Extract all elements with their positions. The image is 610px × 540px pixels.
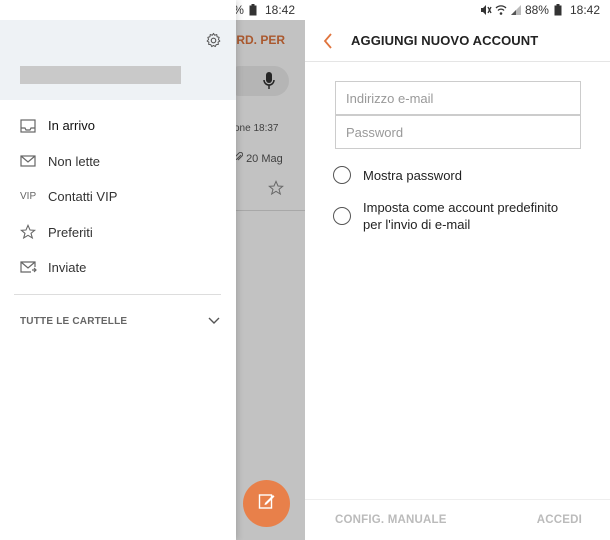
show-password-option[interactable]: Mostra password [333, 166, 462, 184]
email-field[interactable] [335, 81, 581, 115]
menu-item-label: Non lette [48, 153, 101, 169]
menu-item-label: Preferiti [48, 224, 93, 240]
default-account-label-line2: per l'invio di e-mail [363, 217, 471, 232]
star-icon [20, 224, 48, 240]
gear-icon[interactable] [205, 32, 222, 54]
password-field[interactable] [335, 115, 581, 149]
account-email-redacted [20, 66, 181, 84]
mute-icon [480, 4, 492, 16]
sent-icon [20, 261, 48, 274]
battery-icon [552, 4, 564, 16]
battery-icon [247, 4, 259, 16]
left-screen: ORD. PER one 18:37 20 Mag 88% [0, 0, 305, 540]
sign-in-button[interactable]: ACCEDI [537, 514, 582, 526]
app-bar: AGGIUNGI NUOVO ACCOUNT [305, 20, 610, 62]
drawer-header [0, 20, 236, 100]
default-account-option[interactable]: Imposta come account predefinito per l'i… [333, 199, 558, 233]
manual-config-button[interactable]: CONFIG. MANUALE [335, 514, 447, 526]
right-screen: 88% 18:42 AGGIUNGI NUOVO ACCOUNT Mostra … [305, 0, 610, 540]
default-account-label-line1: Imposta come account predefinito [363, 200, 559, 215]
back-arrow-icon[interactable] [305, 32, 351, 49]
divider [14, 294, 221, 295]
envelope-icon [20, 155, 48, 167]
status-bar: 88% 18:42 [305, 0, 610, 20]
menu-item-unread[interactable]: Non lette [0, 144, 236, 180]
bottom-action-bar: CONFIG. MANUALE ACCEDI [305, 499, 610, 540]
show-password-label: Mostra password [363, 168, 462, 183]
menu-item-sent[interactable]: Inviate [0, 250, 236, 286]
clock: 18:42 [264, 3, 295, 17]
menu-item-label: In arrivo [48, 118, 95, 134]
default-account-radio[interactable] [333, 207, 351, 225]
signal-icon [510, 4, 522, 16]
chevron-down-icon [208, 312, 220, 330]
menu-item-label: Inviate [48, 260, 87, 276]
inbox-icon [20, 119, 48, 133]
menu-item-vip[interactable]: VIP Contatti VIP [0, 179, 236, 215]
default-account-label: Imposta come account predefinito per l'i… [363, 199, 558, 233]
compose-button[interactable] [243, 480, 290, 527]
page-title: AGGIUNGI NUOVO ACCOUNT [351, 33, 539, 48]
all-folders-label: TUTTE LE CARTELLE [20, 315, 128, 327]
battery-percent: 88% [524, 3, 549, 17]
wifi-icon [495, 4, 507, 16]
clock: 18:42 [569, 3, 600, 17]
vip-icon: VIP [20, 191, 37, 203]
navigation-drawer: In arrivo Non lette VIP Contatti VIP Pre… [0, 0, 236, 540]
menu-item-favorites[interactable]: Preferiti [0, 215, 236, 251]
menu-item-inbox[interactable]: In arrivo [0, 108, 236, 144]
show-password-radio[interactable] [333, 166, 351, 184]
compose-icon [258, 492, 276, 515]
all-folders-toggle[interactable]: TUTTE LE CARTELLE [20, 312, 220, 330]
drawer-menu: In arrivo Non lette VIP Contatti VIP Pre… [0, 108, 236, 286]
menu-item-label: Contatti VIP [48, 189, 118, 205]
